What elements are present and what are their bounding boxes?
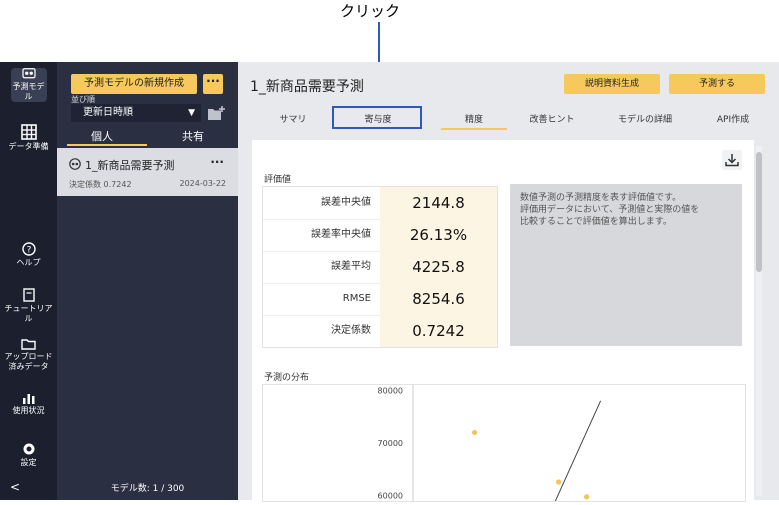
predict-button[interactable]: 予測する — [669, 74, 765, 94]
metric-row: 誤差平均 4225.8 — [263, 251, 497, 284]
metric-name: 誤差率中央値 — [311, 229, 371, 240]
svg-text:?: ? — [26, 246, 31, 256]
gear-icon — [23, 443, 34, 455]
metric-value: 8254.6 — [380, 283, 497, 315]
rail-label-tutorial-1: チュートリア — [4, 304, 53, 313]
metric-value: 0.7242 — [380, 315, 497, 347]
tab-improvement-hints[interactable]: 改善ヒント — [514, 112, 590, 125]
model-icon — [21, 68, 36, 79]
metric-name: RMSE — [342, 293, 371, 304]
tab-accuracy[interactable]: 精度 — [441, 112, 507, 125]
distribution-chart: 80000 70000 60000 — [262, 384, 746, 505]
scatter-point — [556, 479, 562, 485]
tab-api[interactable]: API作成 — [698, 112, 768, 125]
metric-row: 誤差率中央値 26.13% — [263, 219, 497, 252]
tab-personal[interactable]: 個人 — [57, 128, 147, 144]
sort-select[interactable]: 更新日時順 ▼ — [71, 104, 201, 122]
metric-value: 2144.8 — [380, 187, 497, 219]
accuracy-content: 評価値 誤差中央値 2144.8 誤差率中央値 26.13% 誤差平均 4225… — [252, 140, 754, 505]
rail-label-uploaded-1: アップロード — [4, 352, 53, 361]
model-more-button[interactable]: ··· — [210, 155, 224, 169]
sort-select-value: 更新日時順 — [83, 107, 133, 118]
rail-item-uploaded-data[interactable]: アップロード 済みデータ — [0, 338, 57, 372]
distribution-section-label: 予測の分布 — [264, 373, 310, 383]
tab-shared[interactable]: 共有 — [148, 128, 238, 144]
description-line: 数値予測の予測精度を表す評価値です。 — [520, 193, 682, 203]
annotation-label: クリック — [340, 2, 401, 20]
list-tabs: 個人 共有 — [57, 126, 238, 146]
metric-row: RMSE 8254.6 — [263, 283, 497, 316]
rail-label-settings: 設定 — [20, 458, 37, 467]
download-button[interactable] — [722, 150, 742, 170]
metric-row: 決定係数 0.7242 — [263, 315, 497, 347]
collapse-rail-button[interactable]: < — [0, 480, 57, 494]
model-list-item[interactable]: 1_新商品需要予測 ··· 決定係数 0.7242 2024-03-22 — [57, 148, 238, 196]
rail-item-settings[interactable]: 設定 — [0, 442, 57, 468]
tab-summary[interactable]: サマリ — [252, 112, 334, 125]
generate-explanation-button[interactable]: 説明資料生成 — [564, 74, 660, 94]
metric-name: 誤差平均 — [331, 261, 371, 272]
bar-chart-icon — [22, 394, 34, 404]
reference-line — [553, 400, 602, 505]
main-area: 1_新商品需要予測 説明資料生成 予測する サマリ 寄与度 精度 改善ヒント モ… — [238, 62, 779, 505]
rail-item-tutorial[interactable]: チュートリア ル — [0, 288, 57, 324]
list-more-button[interactable]: ··· — [203, 74, 223, 94]
tab-bar: サマリ 寄与度 精度 改善ヒント モデルの詳細 API作成 — [252, 108, 768, 130]
table-icon — [20, 124, 37, 140]
rail-item-usage[interactable]: 使用状況 — [0, 392, 57, 416]
rail-label-data-prep: データ準備 — [8, 142, 49, 151]
model-date: 2024-03-22 — [179, 179, 227, 188]
rail-label-uploaded-2: 済みデータ — [8, 362, 49, 371]
metric-name: 誤差中央値 — [321, 197, 371, 208]
folder-add-icon[interactable] — [207, 105, 225, 121]
model-list-panel: 予測モデルの新規作成 ··· 並び順 更新日時順 ▼ 個人 共有 1_新商品需要… — [57, 62, 238, 500]
annotation-highlight-box — [332, 106, 422, 129]
folder-icon — [21, 339, 36, 350]
active-tab-underline — [441, 128, 507, 130]
tab-model-details[interactable]: モデルの詳細 — [604, 112, 686, 125]
help-icon: ? — [21, 242, 36, 256]
scatter-point — [472, 429, 478, 436]
content-scrollbar[interactable] — [756, 146, 762, 496]
y-tick-label: 80000 — [378, 386, 403, 395]
page-title: 1_新商品需要予測 — [250, 79, 364, 95]
tab-personal-underline — [67, 144, 147, 146]
y-tick-label: 70000 — [378, 439, 403, 448]
rail-label-models: 予測モデル — [12, 82, 45, 101]
description-line: 評価用データにおいて、予測値と実際の値を — [520, 205, 700, 215]
distribution-chart-svg: 80000 70000 60000 — [378, 385, 602, 505]
download-icon — [725, 154, 739, 167]
model-score: 決定係数 0.7242 — [69, 180, 132, 189]
metrics-section-label: 評価値 — [264, 175, 292, 185]
description-line: 比較することで評価値を算出します。 — [520, 217, 672, 227]
icon-rail: 予測モデル データ準備 ? ヘルプ チュートリア ル アップロード 済みデータ … — [0, 62, 57, 500]
book-icon — [22, 288, 35, 302]
model-count: モデル数: 1 / 300 — [110, 484, 185, 494]
rail-label-tutorial-2: ル — [24, 314, 33, 323]
y-tick-label: 60000 — [378, 492, 403, 501]
rail-label-help: ヘルプ — [16, 258, 41, 267]
new-model-button[interactable]: 予測モデルの新規作成 — [71, 74, 197, 94]
rail-item-help[interactable]: ? ヘルプ — [0, 242, 57, 268]
metrics-description: 数値予測の予測精度を表す評価値です。 評価用データにおいて、予測値と実際の値を … — [510, 184, 742, 346]
rail-item-models[interactable]: 予測モデル — [0, 68, 57, 102]
metric-value: 4225.8 — [380, 251, 497, 283]
rail-label-usage: 使用状況 — [12, 406, 45, 415]
chevron-down-icon: ▼ — [188, 108, 195, 118]
metric-value: 26.13% — [380, 219, 497, 251]
model-name: 1_新商品需要予測 — [85, 159, 175, 172]
metrics-table: 誤差中央値 2144.8 誤差率中央値 26.13% 誤差平均 4225.8 R… — [262, 186, 498, 348]
model-type-icon — [69, 158, 81, 170]
scrollbar-thumb[interactable] — [756, 152, 762, 272]
scatter-point — [584, 494, 590, 500]
metric-row: 誤差中央値 2144.8 — [263, 187, 497, 220]
metric-name: 決定係数 — [331, 325, 371, 336]
rail-item-data-prep[interactable]: データ準備 — [0, 124, 57, 152]
